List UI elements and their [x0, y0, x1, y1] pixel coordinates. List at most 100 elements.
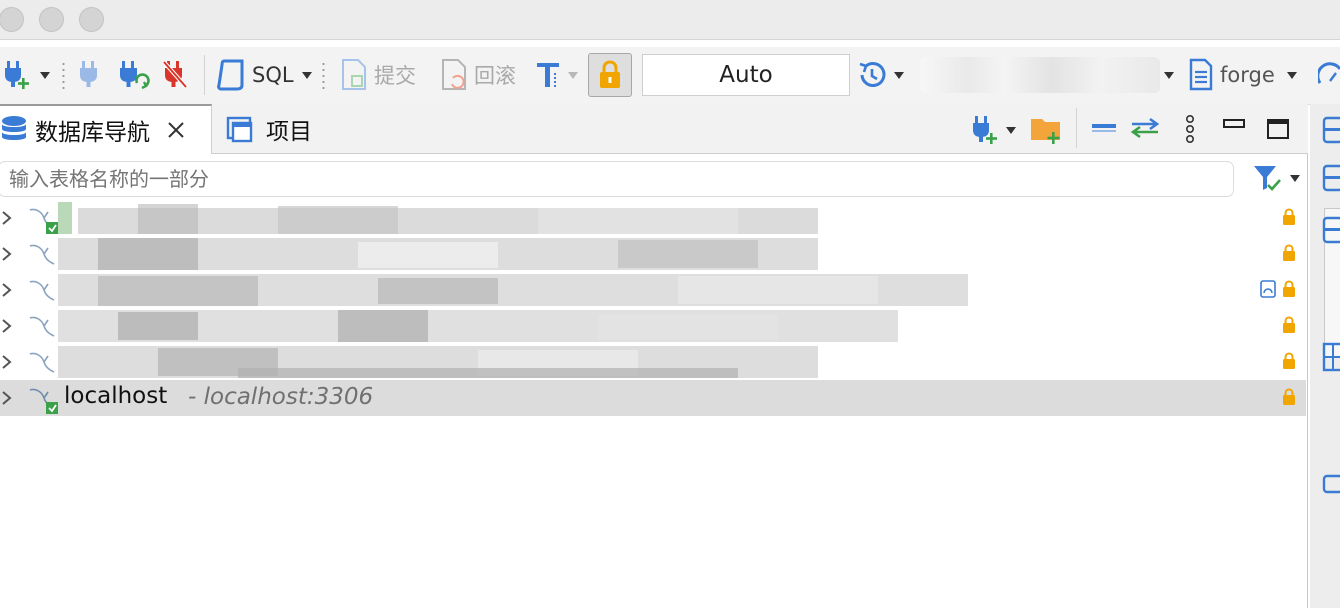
dashboard-button[interactable] — [1318, 61, 1340, 89]
plug-add-icon — [973, 116, 997, 144]
tree-row[interactable] — [0, 308, 1306, 344]
mysql-dolphin-icon — [29, 280, 55, 301]
expand-arrow-icon[interactable] — [0, 282, 14, 298]
redacted-connection-name — [58, 274, 968, 306]
view-tab-bar: 数据库导航 项目 — [0, 104, 1308, 154]
commit-button[interactable]: 提交 — [340, 58, 416, 92]
plug-disconnect-icon — [162, 60, 188, 89]
tree-row[interactable] — [0, 272, 1306, 308]
history-clock-icon — [859, 62, 886, 87]
close-tab-icon[interactable] — [166, 120, 186, 140]
commit-icon — [342, 59, 366, 90]
table-name-filter-input[interactable] — [0, 161, 1234, 197]
plug-icon — [80, 61, 97, 87]
disconnect-button[interactable] — [162, 59, 190, 91]
lock-icon — [1283, 388, 1295, 405]
lock-icon — [1283, 352, 1295, 369]
redacted-connection-name — [58, 238, 818, 270]
transaction-mode-field[interactable]: Auto — [642, 54, 850, 96]
rollback-label: 回滚 — [474, 64, 516, 88]
network-tunnel-icon — [1260, 280, 1276, 298]
new-connection-panel-button[interactable] — [972, 114, 1016, 146]
window-titlebar — [0, 0, 1340, 40]
database-icon — [2, 116, 26, 140]
new-folder-button[interactable] — [1030, 114, 1064, 146]
sync-arrows-icon — [1130, 117, 1160, 139]
rollback-button[interactable]: 回滚 — [440, 58, 516, 92]
project-window-icon — [226, 116, 253, 143]
maximize-icon — [1267, 119, 1289, 139]
smart-commit-lock-button[interactable] — [588, 53, 632, 97]
folder-add-icon — [1031, 119, 1060, 144]
database-navigator-panel: 数据库导航 项目 输入表格名称的一部分 localhost - localhos… — [0, 104, 1308, 608]
redacted-connection-name — [58, 346, 818, 378]
gauge-icon — [1318, 62, 1340, 84]
lock-icon — [1283, 208, 1295, 225]
lock-icon — [1283, 316, 1295, 333]
active-datasource-selector[interactable] — [920, 57, 1160, 93]
table-view-icon[interactable] — [1322, 216, 1340, 244]
properties-view-icon[interactable] — [1322, 116, 1340, 144]
tree-row[interactable] — [0, 200, 1306, 236]
history-button[interactable] — [856, 59, 904, 91]
tree-row-localhost[interactable]: localhost - localhost:3306 — [0, 380, 1306, 416]
datasource-dropdown-icon[interactable] — [1164, 72, 1174, 79]
filter-funnel-icon — [1254, 166, 1281, 191]
rollback-icon — [442, 59, 466, 90]
new-connection-button[interactable] — [4, 59, 50, 91]
more-vertical-icon — [1185, 114, 1195, 143]
expand-arrow-icon[interactable] — [0, 354, 14, 370]
zoom-window-button[interactable] — [79, 7, 104, 32]
main-toolbar: SQL 提交 回滚 Auto forge — [0, 47, 1340, 105]
connection-name: localhost — [64, 383, 168, 409]
schema-selector[interactable]: forge — [1188, 58, 1297, 92]
view-menu-button[interactable] — [1184, 114, 1196, 146]
plug-refresh-icon — [120, 61, 150, 90]
redacted-connection-name — [58, 310, 898, 342]
reconnect-button[interactable] — [118, 59, 150, 91]
plug-add-icon — [5, 61, 29, 89]
mysql-dolphin-icon — [29, 388, 58, 414]
connection-description: - localhost:3306 — [188, 384, 374, 410]
right-side-trim — [1310, 104, 1340, 608]
link-with-editor-button[interactable] — [1128, 116, 1162, 140]
sql-editor-button[interactable]: SQL — [216, 58, 312, 92]
tab-projects[interactable]: 项目 — [226, 104, 312, 154]
close-window-button[interactable] — [0, 7, 24, 32]
transaction-mode-button[interactable] — [534, 59, 578, 91]
minimize-window-button[interactable] — [39, 7, 64, 32]
mysql-dolphin-icon — [29, 352, 55, 373]
commit-label: 提交 — [374, 64, 416, 88]
collapse-all-button[interactable] — [1090, 120, 1118, 136]
schema-label: forge — [1220, 63, 1275, 87]
tree-row[interactable] — [0, 236, 1306, 272]
tab-projects-label: 项目 — [266, 119, 312, 145]
expand-arrow-icon[interactable] — [0, 390, 14, 406]
expand-arrow-icon[interactable] — [0, 210, 14, 226]
lock-icon — [1283, 280, 1295, 297]
sql-label: SQL — [252, 63, 294, 87]
mysql-dolphin-icon — [29, 316, 55, 337]
transaction-mode-icon — [537, 63, 559, 87]
filter-settings-button[interactable] — [1252, 162, 1300, 194]
expand-arrow-icon[interactable] — [0, 318, 14, 334]
console-view-icon[interactable] — [1322, 474, 1340, 494]
connection-tree: localhost - localhost:3306 — [0, 200, 1306, 416]
minimize-icon — [1223, 119, 1245, 128]
minimize-view-button[interactable] — [1222, 118, 1246, 130]
tab-database-navigator-label: 数据库导航 — [35, 120, 150, 146]
connect-button[interactable] — [78, 59, 100, 91]
tree-row[interactable] — [0, 344, 1306, 380]
filter-row — [0, 158, 1308, 202]
lock-icon — [1283, 244, 1295, 261]
outline-view-icon[interactable] — [1322, 164, 1340, 192]
tab-database-navigator[interactable]: 数据库导航 — [0, 104, 212, 154]
redacted-connection-name — [58, 202, 818, 234]
lock-icon — [600, 60, 620, 88]
maximize-view-button[interactable] — [1266, 118, 1290, 140]
collapse-all-icon — [1092, 124, 1116, 132]
schema-document-icon — [1189, 58, 1213, 91]
grid-view-icon[interactable] — [1322, 342, 1340, 372]
sql-script-icon — [217, 59, 244, 91]
expand-arrow-icon[interactable] — [0, 246, 14, 262]
